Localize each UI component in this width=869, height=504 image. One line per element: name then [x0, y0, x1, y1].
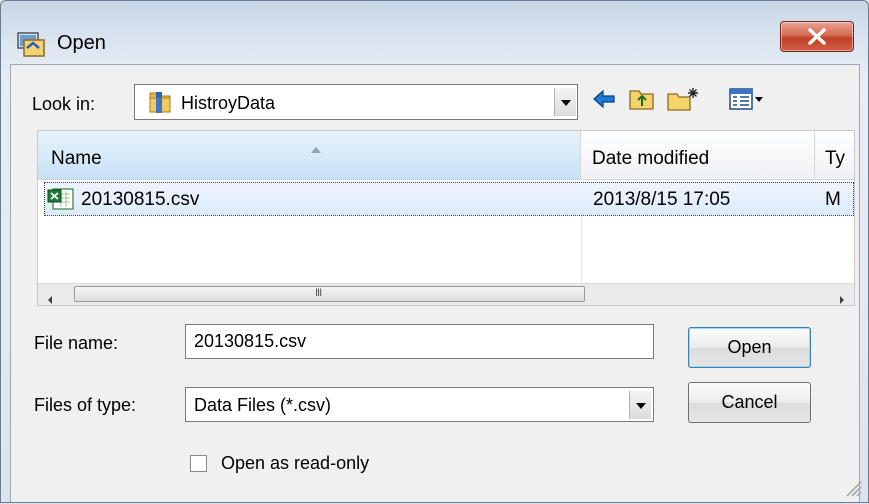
column-type-label: Ty	[825, 148, 846, 169]
list-item[interactable]: 20130815.csv 2013/8/15 17:05 M	[44, 182, 854, 216]
look-in-label: Look in:	[32, 94, 96, 114]
list-header: Name Date modified Ty	[38, 131, 854, 180]
horizontal-scrollbar[interactable]: III	[38, 283, 854, 305]
up-folder-icon[interactable]	[628, 86, 656, 118]
look-in-value: HistroyData	[181, 93, 276, 113]
folder-icon	[147, 90, 173, 120]
window-title: Open	[57, 32, 106, 54]
column-name-label: Name	[51, 148, 102, 169]
open-button[interactable]: Open	[688, 327, 811, 368]
back-arrow-icon[interactable]	[591, 86, 617, 118]
files-of-type-dropdown-button[interactable]	[629, 391, 651, 419]
column-header-type[interactable]: Ty	[816, 131, 854, 179]
close-button[interactable]	[780, 21, 854, 52]
scroll-right-icon[interactable]	[838, 289, 846, 305]
type-cell: M	[825, 189, 841, 210]
excel-csv-file-icon	[47, 187, 77, 217]
file-name-label: File name:	[34, 333, 119, 353]
look-in-dropdown-button[interactable]	[554, 88, 576, 116]
column-date-label: Date modified	[592, 148, 710, 169]
new-folder-icon[interactable]	[666, 86, 700, 118]
file-name-cell: 20130815.csv	[81, 189, 200, 210]
cancel-button[interactable]: Cancel	[688, 382, 811, 423]
open-dialog-icon	[16, 30, 46, 58]
date-modified-cell: 2013/8/15 17:05	[593, 189, 731, 210]
look-in-combobox[interactable]: HistroyData	[134, 84, 578, 120]
scrollbar-thumb[interactable]: III	[74, 286, 585, 302]
file-name-input[interactable]	[185, 324, 654, 359]
view-menu-icon[interactable]	[728, 86, 764, 118]
files-of-type-value: Data Files (*.csv)	[194, 395, 332, 415]
title-bar[interactable]: Open	[1, 1, 868, 65]
resize-grip-icon[interactable]	[843, 478, 863, 504]
read-only-checkbox[interactable]	[190, 455, 207, 472]
scrollbar-grip: III	[315, 287, 322, 299]
close-icon	[808, 28, 826, 45]
files-of-type-label: Files of type:	[34, 395, 137, 415]
scroll-left-icon[interactable]	[46, 289, 54, 305]
files-of-type-combobox[interactable]: Data Files (*.csv)	[185, 387, 654, 422]
column-header-date-modified[interactable]: Date modified	[582, 131, 815, 179]
file-list-view[interactable]: Name Date modified Ty 20130815.csv 2013/…	[37, 130, 855, 306]
read-only-label[interactable]: Open as read-only	[221, 453, 369, 474]
sort-ascending-icon	[310, 138, 322, 160]
column-header-name[interactable]: Name	[38, 131, 581, 179]
